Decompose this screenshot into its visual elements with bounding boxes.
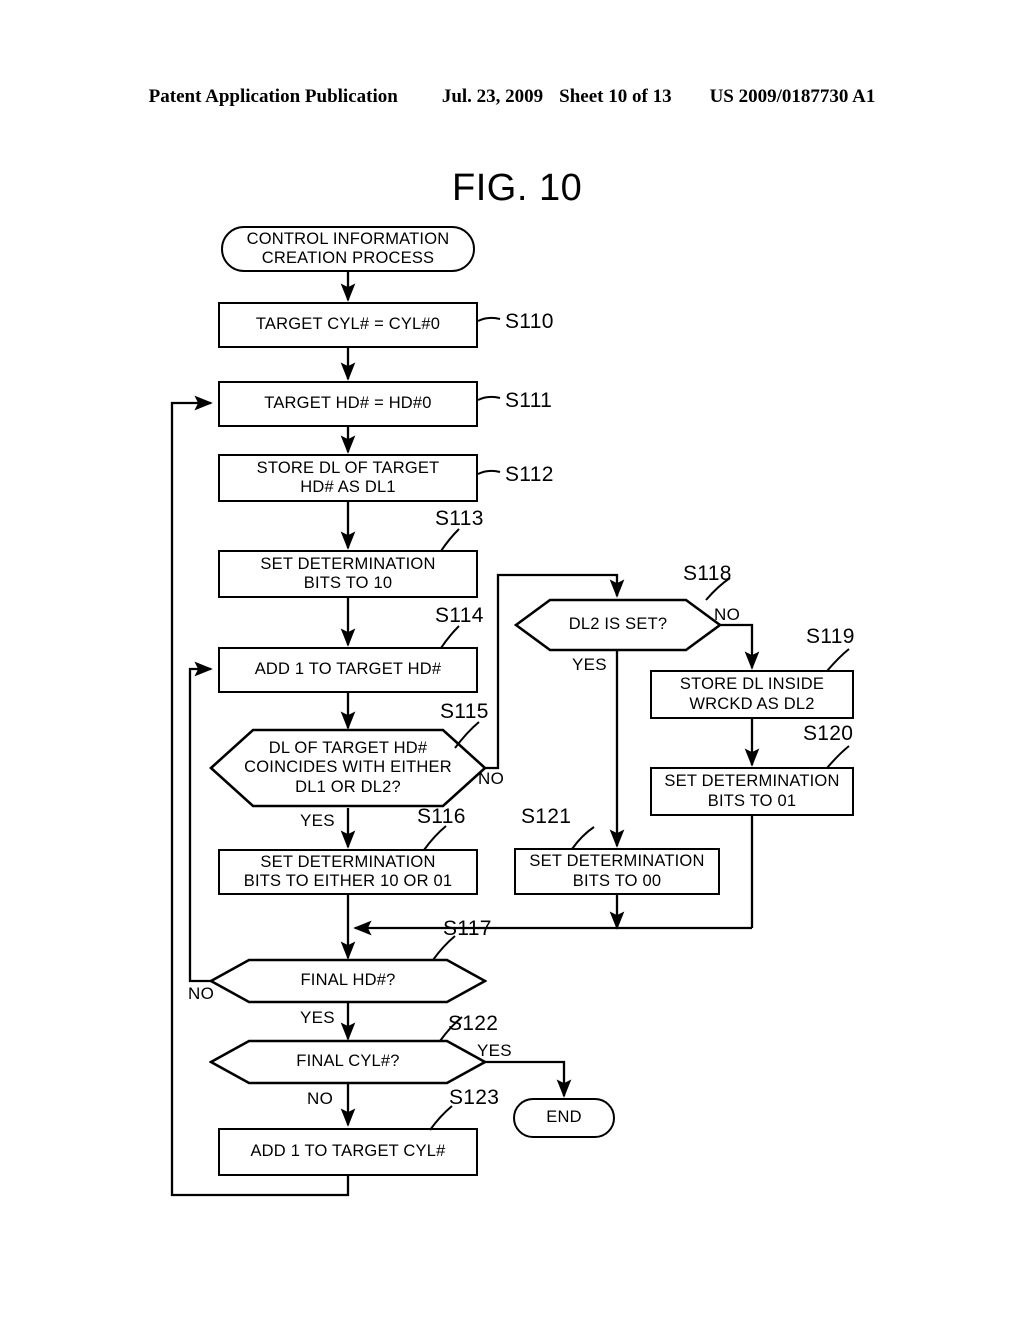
step-label-s113: S113 [435,507,484,530]
node-start: CONTROL INFORMATION CREATION PROCESS [221,226,475,272]
step-label-s112: S112 [505,463,554,486]
node-s121-label: SET DETERMINATION BITS TO 00 [529,852,705,890]
node-s110-label: TARGET CYL# = CYL#0 [255,315,441,334]
header-sheet: Sheet 10 of 13 [559,86,672,107]
node-s117: FINAL HD#? [209,958,487,1004]
node-s114-label: ADD 1 TO TARGET HD# [254,660,442,679]
step-label-s110: S110 [505,310,554,333]
node-s119: STORE DL INSIDE WRCKD AS DL2 [650,670,854,719]
node-s113-label: SET DETERMINATION BITS TO 10 [260,554,436,592]
node-s118-label: DL2 IS SET? [568,615,668,634]
node-s111: TARGET HD# = HD#0 [218,381,478,427]
step-label-s122: S122 [448,1012,499,1035]
edge-label-s115-yes: YES [300,811,335,830]
step-label-s119: S119 [806,625,855,648]
step-label-s117: S117 [443,917,492,940]
header-publication: Patent Application Publication [148,86,398,107]
node-s115: DL OF TARGET HD# COINCIDES WITH EITHER D… [209,728,487,808]
node-s119-label: STORE DL INSIDE WRCKD AS DL2 [679,675,825,713]
node-start-label: CONTROL INFORMATION CREATION PROCESS [246,229,450,267]
step-label-s115: S115 [440,700,489,723]
patent-figure-page: Patent Application Publication Jul. 23, 2… [0,0,1024,1320]
node-end-label: END [546,1108,582,1127]
publication-header: Patent Application Publication Jul. 23, 2… [0,86,1024,108]
node-s112: STORE DL OF TARGET HD# AS DL1 [218,454,478,502]
step-label-s116: S116 [417,805,466,828]
node-s122-label: FINAL CYL#? [296,1052,400,1071]
node-s120-label: SET DETERMINATION BITS TO 01 [664,772,840,810]
step-label-s114: S114 [435,604,484,627]
node-s118: DL2 IS SET? [514,598,722,652]
header-date: Jul. 23, 2009 [441,86,544,107]
step-label-s118: S118 [683,562,732,585]
node-s116-label: SET DETERMINATION BITS TO EITHER 10 OR 0… [243,852,453,890]
node-end: END [513,1098,615,1138]
node-s123-label: ADD 1 TO TARGET CYL# [250,1142,446,1161]
step-label-s123: S123 [449,1086,500,1109]
step-label-s121: S121 [521,805,572,828]
node-s120: SET DETERMINATION BITS TO 01 [650,767,854,816]
edge-label-s118-yes: YES [572,655,607,674]
node-s123: ADD 1 TO TARGET CYL# [218,1128,478,1176]
figure-title: FIG. 10 [452,167,583,209]
node-s112-label: STORE DL OF TARGET HD# AS DL1 [256,458,440,496]
edge-label-s117-yes: YES [300,1008,335,1027]
step-label-s111: S111 [505,389,553,412]
node-s113: SET DETERMINATION BITS TO 10 [218,550,478,598]
node-s114: ADD 1 TO TARGET HD# [218,647,478,693]
node-s115-label: DL OF TARGET HD# COINCIDES WITH EITHER D… [244,738,452,796]
edge-label-s122-no: NO [307,1089,334,1108]
node-s122: FINAL CYL#? [209,1039,487,1085]
node-s116: SET DETERMINATION BITS TO EITHER 10 OR 0… [218,849,478,895]
node-s111-label: TARGET HD# = HD#0 [264,394,432,413]
header-document-number: US 2009/0187730 A1 [709,86,876,107]
node-s121: SET DETERMINATION BITS TO 00 [514,848,720,895]
step-label-s120: S120 [803,722,854,745]
node-s117-label: FINAL HD#? [300,971,396,990]
node-s110: TARGET CYL# = CYL#0 [218,302,478,348]
